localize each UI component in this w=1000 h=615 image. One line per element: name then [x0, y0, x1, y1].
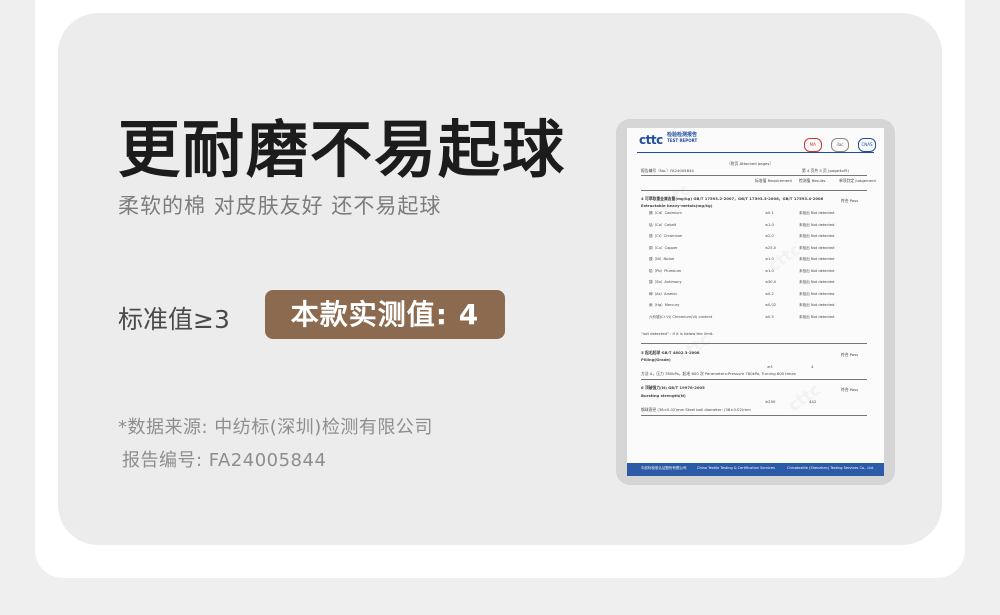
- section6-res: 442: [809, 399, 817, 404]
- report-logo-text: 检验检测报告 TEST REPORT: [667, 132, 697, 144]
- page-headline: 更耐磨不易起球: [118, 113, 567, 186]
- section6-title: 6 顶破强力(N) GB/T 19976-2005: [641, 385, 705, 390]
- cttc-logo: cttc: [639, 133, 663, 147]
- report-no: 报告编号（No.）FA24005844: [641, 168, 694, 173]
- metal-result: 未检出 Not detected: [799, 245, 835, 250]
- metal-name: 镍（Ni）Nickel: [649, 257, 675, 261]
- section5-res: 4: [811, 364, 814, 369]
- metal-requirement: ≤0.02: [765, 303, 777, 307]
- section6-judge: 符合 Pass: [841, 387, 859, 392]
- metal-result: 未检出 Not detected: [799, 268, 835, 273]
- metal-requirement: ≤25.0: [765, 245, 777, 250]
- report-number-note: 报告编号: FA24005844: [122, 450, 327, 471]
- header-divider: [637, 152, 874, 153]
- metal-result: 未检出 Not detected: [799, 222, 835, 227]
- col-requirement: 标准值 Requirement: [755, 178, 793, 183]
- section5-en: Pilling(Grade): [641, 357, 671, 362]
- table-divider: [641, 343, 867, 344]
- section4-title: 4 可萃取重金属含量(mg/kg) GB/T 17593.2-2007，GB/T…: [641, 196, 824, 201]
- section6-condition: 钢球直径 (38±0.02)mm Steel ball diameter: (3…: [641, 407, 751, 412]
- metal-result: 未检出 Not detected: [799, 234, 835, 238]
- metal-name: 砷（As）Arsenic: [649, 291, 678, 296]
- metal-requirement: ≤0.1: [765, 211, 774, 215]
- section6-en: Bursting strength(N): [641, 393, 686, 398]
- report-footer: 中纺标检验认证股份有限公司 China Textile Testing & Ce…: [627, 463, 884, 476]
- metal-result: 未检出 Not detected: [799, 314, 835, 319]
- footer-mid: China Textile Testing & Certification Se…: [697, 466, 775, 470]
- table-divider: [641, 190, 867, 191]
- ma-mark-icon: MA: [803, 138, 822, 152]
- data-source-note: *数据来源: 中纺标(深圳)检测有限公司: [118, 417, 433, 438]
- metal-requirement: ≤1.0: [765, 222, 774, 227]
- section5-req: ≥3: [767, 364, 773, 369]
- metal-result: 未检出 Not detected: [799, 291, 835, 296]
- metal-name: 锑（Sb）Antimony: [649, 280, 682, 284]
- col-results: 检测值 Results: [799, 178, 826, 183]
- col-judgement: 单项判定 Judgement: [839, 178, 877, 183]
- section5-condition: 方法 A，压力 780kPa，起毛 600 次 Parameters:Press…: [641, 371, 796, 376]
- certification-marks: MA ilac CNAS: [800, 131, 876, 152]
- metal-result: 未检出 Not detected: [799, 303, 835, 307]
- metal-requirement: ≤0.5: [765, 314, 774, 319]
- report-header: cttc 检验检测报告 TEST REPORT MA ilac CNAS: [627, 128, 884, 152]
- section4-en: Extractable heavy-metals(mg/kg): [641, 203, 713, 208]
- section5-title: 5 起毛起球 GB/T 4802.3-2008: [641, 350, 700, 355]
- section4-note: "not detected" : if it is below the limi…: [641, 331, 714, 336]
- metal-name: 六价铬(Cr VI) Chromium(VI) content: [649, 314, 713, 319]
- section6-req: ≥250: [765, 399, 776, 404]
- report-page: 第 4 页共 5 页 (page4of5): [802, 168, 849, 173]
- metal-name: 钴（Co）Cobalt: [649, 222, 677, 227]
- attached-pages: （附页 Attached pages）: [727, 161, 774, 166]
- standard-value-label: 标准值≥3: [118, 305, 230, 334]
- cnas-mark-icon: CNAS: [858, 138, 876, 152]
- table-divider: [641, 379, 867, 380]
- logo-en: TEST REPORT: [667, 138, 698, 143]
- metal-requirement: ≤0.2: [765, 291, 774, 296]
- metal-result: 未检出 Not detected: [799, 211, 835, 215]
- measured-value-badge: 本款实测值: 4: [265, 290, 505, 339]
- metal-requirement: ≤1.0: [765, 268, 774, 273]
- ilac-mark-icon: ilac: [830, 138, 849, 152]
- metal-name: 铅（Pb）Plumbum: [649, 268, 682, 273]
- footer-left: 中纺标检验认证股份有限公司: [641, 466, 687, 470]
- metal-requirement: ≤2.0: [765, 234, 774, 238]
- metal-requirement: ≤1.0: [765, 257, 774, 261]
- metal-result: 未检出 Not detected: [799, 280, 835, 284]
- watermark: cttc: [784, 379, 824, 416]
- metal-name: 汞（Hg）Mercury: [649, 303, 680, 307]
- section5-judge: 符合 Pass: [841, 352, 859, 357]
- metal-name: 铜（Cu）Copper: [649, 245, 678, 250]
- section4-judge: 符合 Pass: [841, 198, 859, 203]
- table-divider: [641, 415, 867, 416]
- test-report-image: cttc cttc cttc cttc cttc 检验检测报告 TEST REP…: [627, 128, 884, 476]
- metal-name: 铬（Cr）Chromium: [649, 234, 683, 238]
- metal-result: 未检出 Not detected: [799, 257, 835, 261]
- footer-right: Chinatextile (Shenzhen) Testing Services…: [787, 466, 875, 470]
- metal-name: 镉（Cd）Cadmium: [649, 211, 682, 215]
- page-subtitle: 柔软的棉 对皮肤友好 还不易起球: [118, 194, 442, 218]
- table-divider: [641, 175, 867, 176]
- metal-requirement: ≤30.0: [765, 280, 777, 284]
